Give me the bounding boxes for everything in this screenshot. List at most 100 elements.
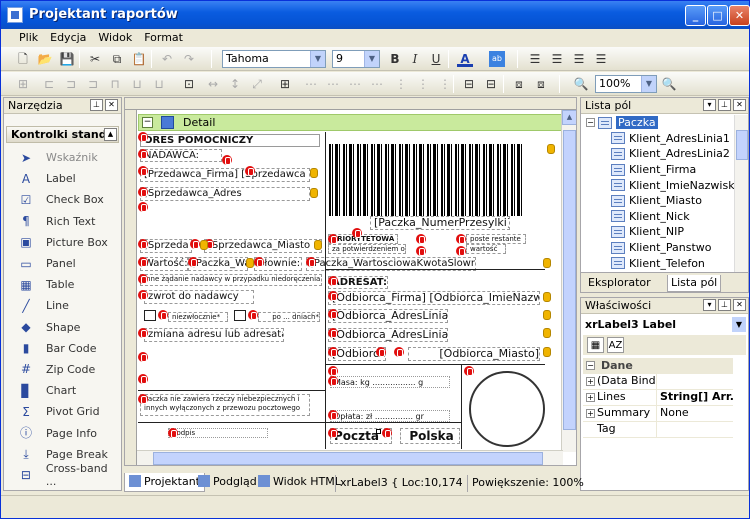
report-page[interactable]: ORES POMOCNICZY NADAWCA: [Przedawca_Firm… [138, 132, 563, 449]
niezwlocznie-label[interactable]: niezwłocznie* [168, 312, 228, 322]
tree-node-field[interactable]: Klient_Firma [581, 162, 736, 178]
recipient-address2-field[interactable]: [Odbiorca_AdresLinia2] [328, 328, 448, 342]
return-label[interactable]: zwrot do nadawcy [144, 290, 254, 304]
vspace-decrease-icon[interactable]: ⋮ [437, 76, 453, 92]
tool-item[interactable]: ¶ Rich Text [4, 211, 121, 232]
scroll-thumb[interactable] [563, 130, 576, 430]
tool-item[interactable]: ╱ Line [4, 295, 121, 316]
nadawca-label[interactable]: NADAWCA: [140, 149, 222, 162]
cut-icon[interactable]: ✂ [87, 51, 103, 67]
maximize-button[interactable]: □ [707, 5, 728, 26]
make-same-size-icon[interactable]: ⤢ [249, 76, 265, 92]
chevron-up-icon[interactable]: ▲ [562, 110, 576, 125]
categorized-icon[interactable]: ▦ [587, 337, 604, 353]
scroll-thumb[interactable] [736, 130, 748, 160]
paste-icon[interactable]: 📋 [131, 51, 147, 67]
align-lefts-icon[interactable]: ⊏ [41, 76, 57, 92]
close-icon[interactable]: ✕ [733, 299, 746, 311]
dropdown-icon[interactable]: ▾ [703, 99, 716, 111]
tool-item[interactable]: ▭ Panel [4, 253, 121, 274]
align-bottoms-icon[interactable]: ⊔ [151, 76, 167, 92]
redo-icon[interactable]: ↷ [181, 51, 197, 67]
vspace-equal-icon[interactable]: ⋮ [393, 76, 409, 92]
align-tops-icon[interactable]: ⊓ [107, 76, 123, 92]
object-selector[interactable]: xrLabel3 Label ▼ [583, 317, 746, 333]
tool-item[interactable]: ⊟ Cross-band ... [4, 462, 121, 488]
tool-item[interactable]: ▮ Bar Code [4, 338, 121, 359]
property-row[interactable]: Tag [583, 422, 733, 438]
menu-plik[interactable]: Plik [13, 29, 44, 46]
align-rights-icon[interactable]: ⊐ [85, 76, 101, 92]
header-label[interactable]: ORES POMOCNICZY [140, 134, 320, 147]
property-row[interactable]: + Summary None [583, 406, 733, 422]
tree-node-field[interactable]: Klient_NIP [581, 224, 736, 240]
tool-item[interactable]: A Label [4, 168, 121, 189]
declared-value-label[interactable]: wartość [466, 244, 506, 254]
tool-item[interactable]: Σ Pivot Grid [4, 401, 121, 422]
copy-icon[interactable]: ⧉ [109, 51, 125, 67]
hspace-remove-icon[interactable]: ⋯ [369, 76, 385, 92]
expand-icon[interactable]: + [586, 377, 595, 386]
align-to-grid-icon[interactable]: ⊞ [15, 76, 31, 92]
tools-group-header[interactable]: Kontrolki standa ▲ [6, 126, 119, 143]
checkbox-2[interactable] [234, 310, 246, 321]
tool-item[interactable]: ☑ Check Box [4, 189, 121, 210]
change-address-label[interactable]: zmiana adresu lub adresata [144, 328, 284, 342]
country-label[interactable]: Polska [400, 428, 460, 444]
font-family-select[interactable]: Tahoma ▼ [222, 50, 326, 68]
fee-field[interactable]: Opłata: zł ............... gr [330, 410, 450, 422]
designer-vertical-scrollbar[interactable]: ▲ [561, 110, 576, 452]
poste-restante-label[interactable]: poste restante [466, 234, 526, 244]
field-list-scrollbar[interactable] [734, 115, 748, 272]
menu-widok[interactable]: Widok [92, 29, 138, 46]
align-left-icon[interactable]: ☰ [527, 51, 543, 67]
recipient-company-field[interactable]: [Odbiorca_Firma] [Odbiorca_ImieNazwisko] [328, 291, 540, 305]
tool-item[interactable]: ▊ Chart [4, 380, 121, 401]
menu-format[interactable]: Format [138, 29, 189, 46]
center-horizontally-icon[interactable]: ⊟ [461, 76, 477, 92]
mass-field[interactable]: Masa: kg ................. g [330, 376, 450, 388]
sender-company-field[interactable]: [Przedawca_Firma] [Sprzedawca [140, 168, 310, 182]
italic-icon[interactable]: I [407, 51, 423, 67]
tool-item[interactable]: ➤ Wskaźnik [4, 147, 121, 168]
designer-horizontal-scrollbar[interactable] [137, 450, 563, 465]
align-center-icon[interactable]: ☰ [549, 51, 565, 67]
tree-node-root[interactable]: − Paczka [581, 115, 736, 131]
size-to-grid-2-icon[interactable]: ⊞ [277, 76, 293, 92]
po-dniach-label[interactable]: po ... dniach* [258, 312, 320, 322]
property-value[interactable]: String[] Arr... [657, 390, 733, 405]
justify-icon[interactable]: ☰ [593, 51, 609, 67]
parcel-number-field[interactable]: [Paczka_NumerPrzesylki] [370, 216, 510, 230]
hspace-increase-icon[interactable]: ⋯ [325, 76, 341, 92]
center-vertically-icon[interactable]: ⊟ [483, 76, 499, 92]
tree-node-field[interactable]: Klient_Panstwo [581, 240, 736, 256]
sender-zip-field[interactable]: [Sprzeda [140, 239, 192, 253]
tab-designer[interactable]: Projektant [124, 473, 205, 492]
chevron-up-icon[interactable]: ▲ [104, 128, 117, 141]
property-value[interactable]: None [657, 406, 733, 421]
hspace-decrease-icon[interactable]: ⋯ [347, 76, 363, 92]
property-value[interactable] [657, 422, 733, 437]
close-icon[interactable]: ✕ [105, 99, 118, 111]
sender-city-field[interactable]: [Sprzedawca_Miasto [204, 239, 322, 253]
send-to-back-icon[interactable]: ⧈ [533, 76, 549, 92]
stamp-circle[interactable] [469, 371, 545, 447]
recipient-city-field[interactable]: [Odbiorca_Miasto] [408, 347, 540, 361]
alphabetical-icon[interactable]: AZ [607, 337, 624, 353]
scroll-thumb[interactable] [153, 452, 543, 465]
align-middles-icon[interactable]: ⊔ [129, 76, 145, 92]
save-icon[interactable]: 💾 [59, 51, 75, 67]
expand-icon[interactable]: + [586, 393, 595, 402]
property-value[interactable] [657, 374, 733, 389]
underline-icon[interactable]: U [428, 51, 444, 67]
tree-node-field[interactable]: Klient_AdresLinia1 [581, 131, 736, 147]
bring-to-front-icon[interactable]: ⧈ [511, 76, 527, 92]
priority-label[interactable]: PRIORYTETOWA [328, 234, 398, 244]
size-to-grid-icon[interactable]: ⊡ [181, 76, 197, 92]
tree-node-field[interactable]: Klient_ImieNazwisko [581, 177, 736, 193]
bold-icon[interactable]: B [387, 51, 403, 67]
text-color-icon[interactable]: A [457, 51, 473, 67]
tool-item[interactable]: # Zip Code [4, 359, 121, 380]
tree-node-field[interactable]: Klient_Telefon [581, 255, 736, 271]
undo-icon[interactable]: ↶ [159, 51, 175, 67]
